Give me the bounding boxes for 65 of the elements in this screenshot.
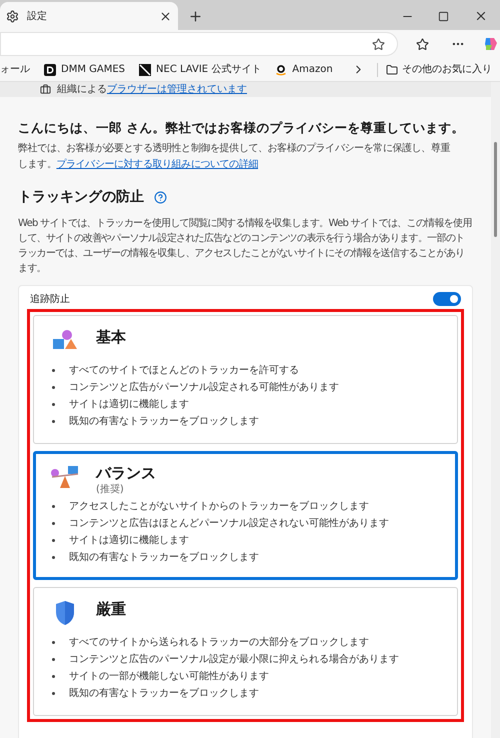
bullet-icon — [52, 539, 55, 542]
shapes-icon — [52, 328, 78, 352]
bullet-icon — [52, 522, 55, 526]
managed-link[interactable]: ブラウザーは管理されています — [107, 84, 247, 95]
bookmark-item[interactable]: ォール — [0, 62, 30, 77]
bullet-icon — [52, 386, 55, 390]
level-card[interactable]: バランス (推奨) アクセスしたことがないサイトからのトラッカーをブロックします コンテンツと広告はほとんどパーソナル設定されない可能性があります サイトは適切に機能します 既知の有害なトラッカーをブロックします — [33, 450, 458, 580]
level-point: すべてのサイトから送られるトラッカーの大部分をブロックします — [69, 636, 369, 650]
greeting-heading: こんにちは、一郎 さん。弊社ではお客様のプライバシーを尊重しています。 — [18, 119, 466, 137]
privacy-link[interactable]: プライバシーに対する取り組みについての詳細 — [56, 158, 258, 170]
level-point: 既知の有害なトラッカーをブロックします — [69, 550, 259, 565]
bookmark-item[interactable]: DMM GAMES — [44, 62, 126, 77]
briefcase-icon — [40, 84, 51, 95]
bullet-icon — [52, 420, 55, 424]
level-point: 既知の有害なトラッカーをブロックします — [69, 686, 259, 701]
close-tab-icon[interactable] — [159, 10, 172, 22]
bullet-icon — [52, 369, 55, 372]
favorite-star-icon[interactable] — [372, 38, 385, 50]
bookmark-item[interactable]: Amazon — [275, 62, 333, 77]
bullet-icon — [52, 692, 55, 696]
help-icon[interactable] — [154, 190, 167, 204]
level-point: 既知の有害なトラッカーをブロックします — [69, 414, 259, 429]
level-card[interactable]: 基本 すべてのサイトでほとんどのトラッカーを許可する コンテンツと広告がパーソナル設定される可能性があります サイトは適切に機能します 既知の有害なトラッカーをブロックします — [33, 314, 458, 444]
tab-title: 設定 — [27, 10, 48, 24]
level-point: サイトは適切に機能します — [69, 398, 189, 412]
other-favorites-button[interactable]: その他のお気に入り — [386, 62, 492, 77]
balance-scale-icon — [50, 464, 80, 490]
browser-tab[interactable]: 設定 — [0, 2, 178, 30]
level-point: サイトの一部が機能しない可能性があります — [69, 670, 269, 684]
bookmark-item[interactable]: NEC LAVIE 公式サイト — [139, 62, 262, 77]
dmm-logo-icon — [44, 64, 56, 76]
settings-icon — [6, 10, 19, 22]
copilot-icon[interactable] — [483, 36, 499, 52]
level-title: バランス — [96, 462, 156, 484]
bullet-icon — [52, 556, 55, 560]
level-title: 基本 — [96, 326, 126, 348]
tracking-toggle[interactable] — [433, 292, 461, 306]
favorites-icon[interactable] — [416, 38, 429, 50]
managed-text: 組織によるブラウザーは管理されています — [57, 82, 247, 97]
maximize-icon[interactable] — [438, 10, 449, 22]
level-point: コンテンツと広告のパーソナル設定が最小限に抑えられる場合があります — [69, 652, 399, 667]
tracking-description: Web サイトでは、トラッカーを使用して閲覧に関する情報を収集します。Web サイトでは、この情報を使用して、サイトの改善やパーソナル設定された広告などのコンテンツの表示を行う場合があります。一部のトラッカーでは、ユーザーの情報を収集し、アクセスしたことがないサイトにその情報を送信することがあります。 — [18, 216, 473, 276]
scrollbar[interactable] — [491, 82, 500, 738]
bullet-icon — [52, 641, 55, 644]
shield-icon — [54, 600, 76, 626]
new-tab-icon[interactable] — [188, 8, 203, 24]
level-point: アクセスしたことがないサイトからのトラッカーをブロックします — [69, 500, 369, 514]
toggle-label: 追跡防止 — [30, 292, 70, 307]
level-subtitle: (推奨) — [96, 484, 125, 495]
intro-text: 弊社では、お客様が必要とする透明性と制御を提供して、お客様のプライバシーを常に保護し、尊重します。プライバシーに対する取り組みについての詳細 — [18, 142, 452, 172]
bullet-icon — [52, 675, 55, 678]
level-point: コンテンツと広告がパーソナル設定される可能性があります — [69, 380, 339, 395]
bullet-icon — [52, 658, 55, 662]
level-card[interactable]: 厳重 すべてのサイトから送られるトラッカーの大部分をブロックします コンテンツと広告のパーソナル設定が最小限に抑えられる場合があります サイトの一部が機能しない可能性があります 既知の有害なトラッカーをブロックします — [33, 586, 458, 716]
bullet-icon — [52, 403, 55, 406]
nec-logo-icon — [139, 64, 152, 76]
level-point: すべてのサイトでほとんどのトラッカーを許可する — [69, 364, 299, 378]
close-window-icon[interactable] — [474, 9, 488, 23]
tracking-heading: トラッキングの防止 — [18, 188, 144, 207]
level-title: 厳重 — [96, 598, 126, 620]
amazon-logo-icon — [275, 64, 288, 76]
folder-icon — [386, 64, 398, 76]
bullet-icon — [52, 505, 55, 508]
level-point: コンテンツと広告はほとんどパーソナル設定されない可能性があります — [69, 516, 389, 531]
level-point: サイトは適切に機能します — [69, 534, 189, 548]
